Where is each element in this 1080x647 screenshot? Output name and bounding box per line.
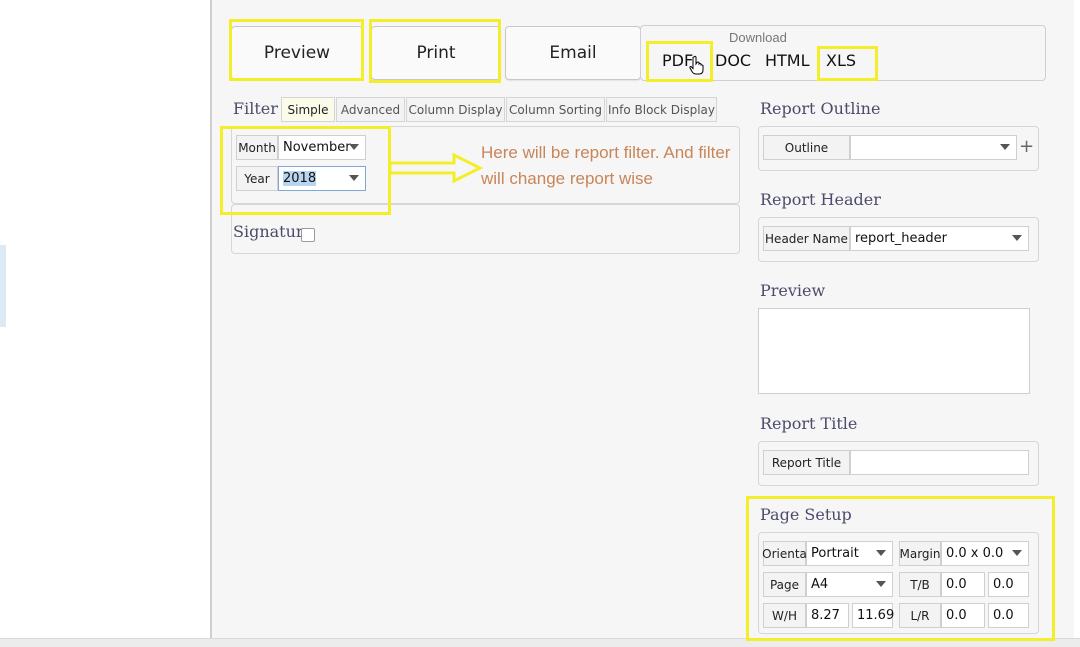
- lr-label: L/R: [899, 603, 941, 628]
- header-name-value: report_header: [855, 231, 948, 246]
- email-button[interactable]: Email: [505, 26, 641, 80]
- tab-advanced[interactable]: Advanced: [336, 97, 405, 122]
- page-size-value: A4: [811, 577, 829, 592]
- margin-select[interactable]: 0.0 x 0.0: [941, 541, 1029, 566]
- annotation-arrow-icon: [388, 152, 484, 184]
- report-header-title: Report Header: [760, 190, 881, 209]
- tb-input-1[interactable]: 0.0: [941, 572, 985, 597]
- tb-input-2[interactable]: 0.0: [988, 572, 1029, 597]
- annotation-text: Here will be report filter. And filter w…: [481, 143, 731, 188]
- download-doc-link[interactable]: DOC: [715, 51, 751, 70]
- year-label: Year: [236, 166, 278, 191]
- wh-label: W/H: [763, 603, 806, 628]
- month-select[interactable]: November: [278, 135, 366, 160]
- add-outline-button[interactable]: +: [1019, 136, 1034, 157]
- left-accent-strip: [0, 245, 6, 327]
- lr-input-1[interactable]: 0.0: [941, 603, 985, 628]
- preview-area: [758, 308, 1030, 394]
- header-name-label: Header Name: [763, 226, 850, 251]
- page-setup-title: Page Setup: [760, 505, 852, 524]
- tab-column-sorting[interactable]: Column Sorting: [506, 97, 605, 122]
- header-name-select[interactable]: report_header: [850, 226, 1029, 251]
- chevron-down-icon: [349, 175, 359, 181]
- width-input[interactable]: 8.27: [806, 603, 849, 628]
- height-input[interactable]: 11.69: [852, 603, 894, 628]
- signature-checkbox[interactable]: [301, 228, 315, 242]
- orientation-value: Portrait: [811, 546, 859, 561]
- tab-column-display[interactable]: Column Display: [406, 97, 505, 122]
- report-title-label: Report Title: [763, 450, 850, 475]
- preview-title: Preview: [760, 281, 826, 300]
- tb-label: T/B: [899, 572, 941, 597]
- page-size-label: Page: [763, 572, 806, 597]
- chevron-down-icon: [876, 581, 886, 587]
- orientation-label: Orienta: [762, 541, 807, 566]
- orientation-select[interactable]: Portrait: [806, 541, 893, 566]
- margin-value: 0.0 x 0.0: [946, 546, 1004, 561]
- month-value: November: [283, 140, 351, 155]
- lr-input-2[interactable]: 0.0: [988, 603, 1029, 628]
- chevron-down-icon: [1012, 235, 1022, 241]
- left-blank-area: [0, 0, 210, 646]
- hand-cursor-icon: [689, 55, 704, 75]
- year-value: 2018: [283, 171, 317, 186]
- download-html-link[interactable]: HTML: [765, 51, 810, 70]
- margin-label: Margin: [899, 541, 941, 566]
- filter-title: Filter: [233, 99, 278, 118]
- download-xls-link[interactable]: XLS: [826, 51, 856, 70]
- chevron-down-icon: [1000, 144, 1010, 150]
- chevron-down-icon: [349, 144, 359, 150]
- print-button[interactable]: Print: [371, 26, 501, 80]
- chevron-down-icon: [1012, 550, 1022, 556]
- month-label: Month: [236, 135, 278, 160]
- outline-select[interactable]: [850, 135, 1017, 160]
- tab-simple[interactable]: Simple: [281, 97, 335, 122]
- report-title-input[interactable]: [850, 450, 1029, 475]
- preview-button[interactable]: Preview: [231, 26, 363, 80]
- chevron-down-icon: [876, 550, 886, 556]
- report-outline-title: Report Outline: [760, 99, 881, 118]
- outline-label: Outline: [763, 135, 850, 160]
- download-title: Download: [729, 30, 787, 45]
- year-select[interactable]: 2018: [278, 166, 366, 191]
- report-title-heading: Report Title: [760, 414, 858, 433]
- tab-info-block-display[interactable]: Info Block Display: [606, 97, 717, 122]
- page-size-select[interactable]: A4: [806, 572, 893, 597]
